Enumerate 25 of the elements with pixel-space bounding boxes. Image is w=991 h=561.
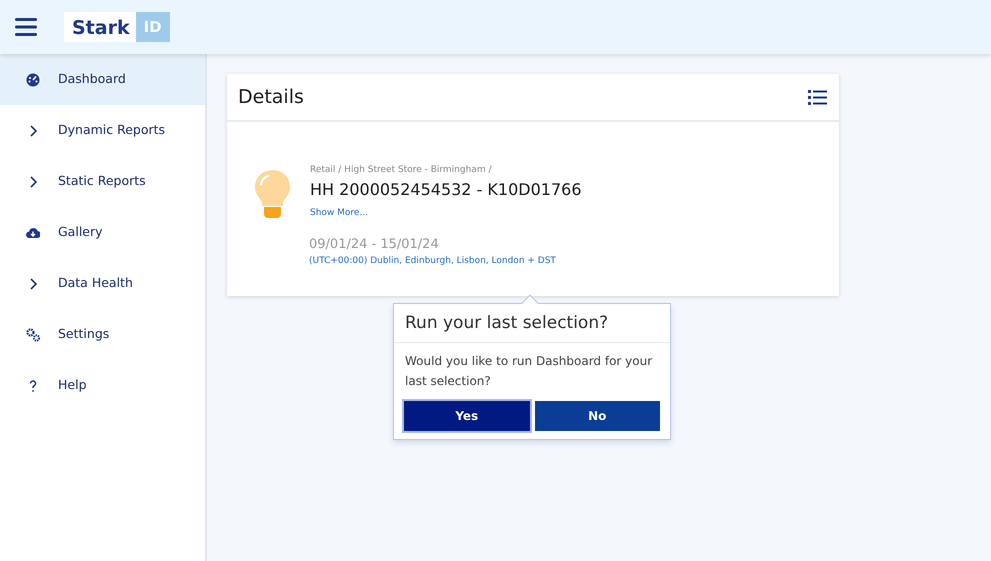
card-title: Details bbox=[238, 84, 304, 110]
logo-text: Stark bbox=[64, 12, 136, 42]
timezone-text: (UTC+00:00) Dublin, Edinburgh, Lisbon, London + DST bbox=[309, 254, 557, 268]
sidebar-item[interactable]: Dashboard bbox=[0, 54, 205, 105]
sidebar-item[interactable]: Data Health bbox=[0, 258, 205, 309]
sidebar-item[interactable]: Gallery bbox=[0, 207, 205, 258]
breadcrumb-path: Retail / High Street Store - Birmingham / bbox=[310, 164, 492, 177]
sidebar-item[interactable]: Dynamic Reports bbox=[0, 105, 205, 156]
sidebar-item[interactable]: Static Reports bbox=[0, 156, 205, 207]
logo-badge: ID bbox=[136, 12, 170, 42]
list-icon[interactable] bbox=[808, 90, 827, 104]
meter-title: HH 2000052454532 - K10D01766 bbox=[310, 178, 582, 200]
lightbulb-icon bbox=[255, 170, 290, 220]
popover-button[interactable]: Yes bbox=[404, 400, 530, 430]
cloud-download-icon bbox=[26, 226, 40, 240]
popover-button[interactable]: No bbox=[534, 400, 660, 430]
gears-icon bbox=[26, 328, 40, 342]
popover-title: Run your last selection? bbox=[394, 304, 670, 342]
show-more-link[interactable]: Show More... bbox=[310, 208, 368, 218]
sidebar-item[interactable]: Settings bbox=[0, 309, 205, 360]
dashboard-icon bbox=[26, 72, 40, 86]
menu-icon[interactable] bbox=[15, 18, 37, 36]
date-range: 09/01/24 - 15/01/24 bbox=[309, 236, 440, 254]
sidebar-item[interactable]: Help bbox=[0, 360, 205, 411]
popover-message: Would you like to run Dashboard for your last selection? bbox=[404, 352, 654, 390]
